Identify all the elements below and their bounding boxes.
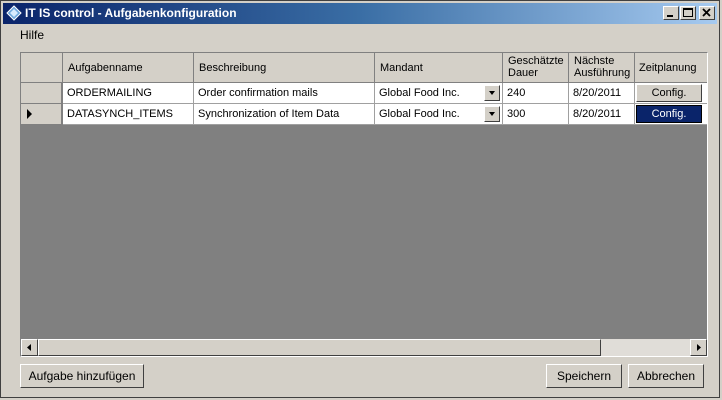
close-button[interactable]	[699, 6, 715, 20]
cell-zeitplanung: Config.	[635, 104, 707, 125]
minimize-icon	[667, 15, 673, 17]
main-window: IT IS control - Aufgabenkonfiguration Hi…	[0, 0, 720, 398]
config-button[interactable]: Config.	[636, 84, 702, 102]
close-icon	[702, 8, 711, 17]
scroll-right-button[interactable]	[690, 339, 707, 356]
column-header-aufgabenname[interactable]: Aufgabenname	[63, 53, 194, 83]
cancel-button[interactable]: Abbrechen	[628, 364, 704, 388]
task-name: DATASYNCH_ITEMS	[67, 108, 173, 120]
arrow-right-icon	[697, 344, 701, 351]
column-header-zeitplanung[interactable]: Zeitplanung	[635, 53, 707, 83]
cell-aufgabenname[interactable]: DATASYNCH_ITEMS	[63, 104, 194, 125]
task-next-run: 8/20/2011	[573, 87, 622, 99]
task-grid: Aufgabenname Beschreibung Mandant Geschä…	[20, 52, 708, 357]
cell-beschreibung[interactable]: Synchronization of Item Data	[194, 104, 375, 125]
cell-naechste-ausfuehrung[interactable]: 8/20/2011	[569, 83, 635, 104]
task-next-run: 8/20/2011	[573, 108, 622, 120]
mandant-dropdown-button[interactable]	[484, 85, 500, 101]
mandant-value: Global Food Inc.	[379, 87, 460, 99]
config-button[interactable]: Config.	[636, 105, 702, 123]
column-header-label: Geschätzte Dauer	[508, 55, 564, 79]
row-header[interactable]	[21, 104, 62, 125]
cell-dauer[interactable]: 300	[503, 104, 569, 125]
minimize-button[interactable]	[663, 6, 679, 20]
row-header[interactable]	[21, 83, 62, 104]
column-header-label: Mandant	[380, 62, 423, 74]
cell-naechste-ausfuehrung[interactable]: 8/20/2011	[569, 104, 635, 125]
column-header-ausfuehrung[interactable]: Nächste Ausführung	[569, 53, 635, 83]
chevron-down-icon	[489, 91, 495, 95]
chevron-down-icon	[489, 112, 495, 116]
row-header-corner	[21, 53, 63, 83]
column-header-dauer[interactable]: Geschätzte Dauer	[503, 53, 569, 83]
maximize-icon	[683, 8, 693, 17]
scroll-thumb[interactable]	[38, 339, 601, 356]
cell-aufgabenname[interactable]: ORDERMAILING	[63, 83, 194, 104]
column-header-beschreibung[interactable]: Beschreibung	[194, 53, 375, 83]
column-header-label: Beschreibung	[199, 62, 267, 74]
scroll-left-button[interactable]	[21, 339, 38, 356]
arrow-left-icon	[27, 344, 31, 351]
app-diamond-icon	[6, 5, 22, 21]
add-task-button[interactable]: Aufgabe hinzufügen	[20, 364, 144, 388]
maximize-button[interactable]	[680, 6, 696, 20]
column-header-mandant[interactable]: Mandant	[375, 53, 503, 83]
row-pointer-icon	[27, 109, 32, 119]
cell-dauer[interactable]: 240	[503, 83, 569, 104]
task-duration: 300	[507, 108, 526, 120]
task-description: Order confirmation mails	[198, 87, 318, 99]
task-duration: 240	[507, 87, 526, 99]
column-header-label: Aufgabenname	[68, 62, 143, 74]
window-title: IT IS control - Aufgabenkonfiguration	[25, 6, 237, 20]
menu-hilfe[interactable]: Hilfe	[20, 28, 44, 42]
mandant-dropdown-button[interactable]	[484, 106, 500, 122]
mandant-value: Global Food Inc.	[379, 108, 460, 120]
task-name: ORDERMAILING	[67, 87, 152, 99]
menu-bar: Hilfe	[3, 26, 717, 45]
task-description: Synchronization of Item Data	[198, 108, 340, 120]
mandant-combobox[interactable]: Global Food Inc.	[375, 83, 503, 104]
cell-zeitplanung: Config.	[635, 83, 707, 104]
column-header-label: Zeitplanung	[639, 62, 697, 74]
save-button[interactable]: Speichern	[546, 364, 622, 388]
cell-beschreibung[interactable]: Order confirmation mails	[194, 83, 375, 104]
mandant-combobox[interactable]: Global Food Inc.	[375, 104, 503, 125]
column-header-label: Nächste Ausführung	[574, 55, 631, 79]
horizontal-scrollbar[interactable]	[21, 339, 707, 356]
title-bar[interactable]: IT IS control - Aufgabenkonfiguration	[3, 3, 717, 24]
